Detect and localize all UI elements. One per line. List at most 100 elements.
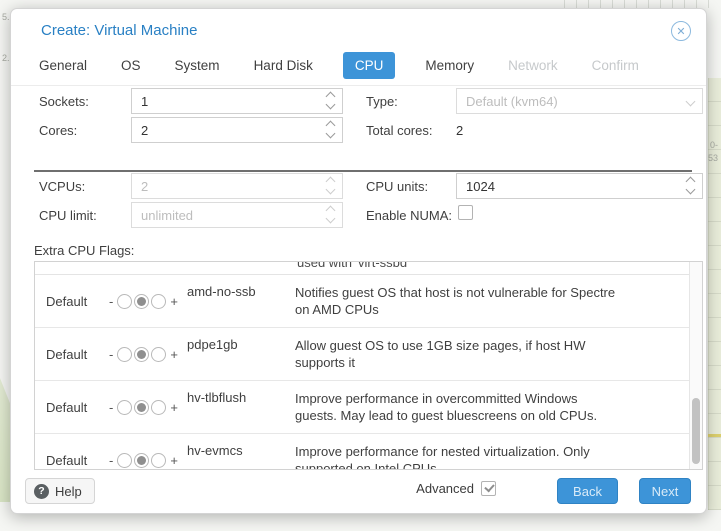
cpu-units-label: CPU units: <box>366 179 428 194</box>
cpu-limit-label: CPU limit: <box>39 208 97 223</box>
flag-name: hv-evmcs <box>187 434 295 458</box>
advanced-checkbox[interactable] <box>481 481 496 496</box>
flag-value-cell: Default - + <box>35 381 187 433</box>
vcpus-placeholder: 2 <box>141 179 148 194</box>
slider-minus-button[interactable]: - <box>106 400 116 415</box>
cpu-limit-field: unlimited <box>131 202 343 228</box>
slider-minus-button[interactable]: - <box>106 294 116 309</box>
slider-plus-button[interactable]: + <box>167 294 181 309</box>
spinner-arrows-icon <box>327 207 334 222</box>
slider-option-off[interactable] <box>117 347 132 362</box>
cpu-limit-placeholder: unlimited <box>141 208 193 223</box>
background-chart-line <box>708 434 721 437</box>
flag-row: Default - + amd-no-ssb Notifies guest OS… <box>35 275 702 328</box>
slider-minus-button[interactable]: - <box>106 347 116 362</box>
flag-name: hv-tlbflush <box>187 381 295 405</box>
help-button[interactable]: ? Help <box>25 478 95 504</box>
flag-value-cell: Default - + <box>35 275 187 327</box>
background-axis-label: 2. <box>2 53 10 63</box>
cpu-units-field[interactable]: 1024 <box>456 173 703 199</box>
cores-label: Cores: <box>39 123 77 138</box>
slider-option-on[interactable] <box>151 294 166 309</box>
tab-confirm: Confirm <box>588 52 643 79</box>
background-axis-label: 5. <box>2 12 10 22</box>
background-axis-label: 0- <box>710 140 718 150</box>
table-scrollbar[interactable] <box>689 262 702 469</box>
enable-numa-label: Enable NUMA: <box>366 208 452 223</box>
cores-field[interactable]: 2 <box>131 117 343 143</box>
flag-value-cell: Default - + <box>35 434 187 470</box>
slider-option-on[interactable] <box>151 400 166 415</box>
vcpus-label: VCPUs: <box>39 179 85 194</box>
slider-option-default[interactable] <box>134 453 149 468</box>
enable-numa-checkbox[interactable] <box>458 205 473 220</box>
background-axis-ticks <box>553 0 713 8</box>
tri-state-slider: - + <box>106 347 181 362</box>
advanced-section-divider <box>34 170 692 172</box>
cpu-type-value: Default (kvm64) <box>466 94 558 109</box>
flag-row: Default - + hv-tlbflush Improve performa… <box>35 381 702 434</box>
flag-description: Improve performance for nested virtualiz… <box>295 434 625 470</box>
tab-hard-disk[interactable]: Hard Disk <box>250 52 317 79</box>
flag-description: Allow guest OS to use 1GB size pages, if… <box>295 328 625 380</box>
cpu-type-select: Default (kvm64) <box>456 88 703 114</box>
sockets-value: 1 <box>141 94 148 109</box>
tab-network: Network <box>504 52 562 79</box>
back-button[interactable]: Back <box>557 478 618 504</box>
type-label: Type: <box>366 94 398 109</box>
tab-general[interactable]: General <box>35 52 91 79</box>
tab-os[interactable]: OS <box>117 52 145 79</box>
vcpus-field: 2 <box>131 173 343 199</box>
help-button-label: Help <box>55 484 82 499</box>
tab-memory[interactable]: Memory <box>421 52 478 79</box>
help-icon: ? <box>34 484 49 499</box>
flag-description: Notifies guest OS that host is not vulne… <box>295 275 625 327</box>
create-vm-dialog: Create: Virtual Machine ✕ General OS Syste… <box>10 8 707 514</box>
cpu-units-value: 1024 <box>466 179 495 194</box>
close-icon[interactable]: ✕ <box>671 21 691 41</box>
dialog-footer: ? Help Advanced Back Next <box>11 469 706 513</box>
flag-row: Default - + hv-evmcs Improve performance… <box>35 434 702 470</box>
sockets-field[interactable]: 1 <box>131 88 343 114</box>
chevron-down-icon <box>687 98 694 105</box>
divider <box>11 85 706 86</box>
flag-state-value: Default <box>46 400 106 415</box>
sockets-label: Sockets: <box>39 94 89 109</box>
slider-plus-button[interactable]: + <box>167 400 181 415</box>
extra-cpu-flags-label: Extra CPU Flags: <box>34 243 134 258</box>
tri-state-slider: - + <box>106 294 181 309</box>
tab-cpu[interactable]: CPU <box>343 52 396 79</box>
slider-option-off[interactable] <box>117 294 132 309</box>
cores-value: 2 <box>141 123 148 138</box>
total-cores-label: Total cores: <box>366 123 432 138</box>
flag-name: pdpe1gb <box>187 328 295 352</box>
flag-description: Improve performance in overcommitted Win… <box>295 381 625 433</box>
clipped-description: used with 'virt-ssbd' <box>297 262 410 270</box>
flag-name: amd-no-ssb <box>187 275 295 299</box>
flag-state-value: Default <box>46 294 106 309</box>
cpu-flags-table: used with 'virt-ssbd' Default - + amd-no… <box>34 261 703 470</box>
spinner-arrows-icon[interactable] <box>327 122 334 137</box>
scrollbar-thumb[interactable] <box>692 398 700 464</box>
spinner-arrows-icon <box>327 178 334 193</box>
spinner-arrows-icon[interactable] <box>327 93 334 108</box>
slider-plus-button[interactable]: + <box>167 347 181 362</box>
tri-state-slider: - + <box>106 400 181 415</box>
slider-option-on[interactable] <box>151 453 166 468</box>
slider-option-on[interactable] <box>151 347 166 362</box>
next-button[interactable]: Next <box>639 478 691 504</box>
slider-option-off[interactable] <box>117 400 132 415</box>
dialog-title: Create: Virtual Machine <box>41 22 197 39</box>
spinner-arrows-icon[interactable] <box>687 178 694 193</box>
flag-state-value: Default <box>46 347 106 362</box>
slider-option-default[interactable] <box>134 294 149 309</box>
slider-option-default[interactable] <box>134 347 149 362</box>
slider-minus-button[interactable]: - <box>106 453 116 468</box>
tri-state-slider: - + <box>106 453 181 468</box>
slider-plus-button[interactable]: + <box>167 453 181 468</box>
slider-option-default[interactable] <box>134 400 149 415</box>
slider-option-off[interactable] <box>117 453 132 468</box>
tab-system[interactable]: System <box>171 52 224 79</box>
total-cores-value: 2 <box>456 123 463 138</box>
background-axis-label: 53 <box>708 153 718 163</box>
